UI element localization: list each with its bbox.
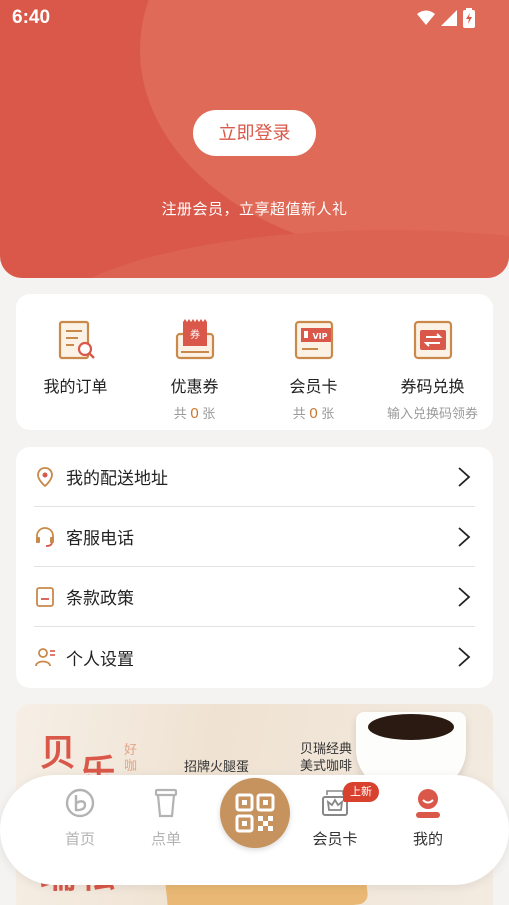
quick-item-label: 我的订单 (43, 379, 108, 396)
redeem-hint: 输入兑换码领券 (386, 406, 478, 421)
coupon-icon: 券 (175, 319, 214, 360)
menu-item-label: 条款政策 (66, 589, 134, 608)
header-wave-bottom (40, 230, 509, 278)
coffee-surface-image (368, 714, 454, 740)
order-icon (58, 320, 95, 360)
qr-code-icon (235, 793, 275, 833)
wifi-icon (417, 10, 435, 25)
quick-actions-card: 我的订单 券 优惠券 共 0 张 VIP 会员卡 共 0 张 券码兑换 输入兑换… (16, 294, 493, 430)
coupon-count: 共 0 张 (173, 405, 216, 422)
chevron-right-icon (458, 647, 471, 667)
login-button[interactable]: 立即登录 (193, 110, 316, 156)
tab-label: 会员卡 (312, 831, 358, 848)
menu-item-address[interactable]: 我的配送地址 (34, 447, 475, 507)
vip-card-count: 共 0 张 (292, 405, 335, 422)
menu-item-label: 个人设置 (66, 649, 134, 669)
battery-icon (463, 8, 475, 28)
new-badge: 上新 (343, 782, 379, 802)
tab-home[interactable]: 首页 (45, 787, 115, 849)
tab-order[interactable]: 点单 (131, 787, 201, 849)
tab-label: 点单 (150, 831, 181, 848)
register-tip: 注册会员，立享超值新人礼 (161, 201, 348, 218)
chevron-right-icon (458, 466, 471, 487)
exchange-icon (413, 320, 452, 360)
signal-icon (441, 10, 457, 26)
banner-product-sandwich: 招牌火腿蛋 (184, 759, 250, 774)
vip-card-icon: VIP (294, 320, 333, 360)
quick-item-label: 优惠券 (170, 379, 219, 396)
coupon-count-value: 0 (190, 405, 199, 422)
banner-product-coffee: 贝瑞经典 美式咖啡 (300, 741, 353, 773)
menu-item-label: 客服电话 (66, 529, 134, 548)
svg-text:券: 券 (190, 328, 200, 341)
chevron-right-icon (458, 526, 471, 547)
svg-text:VIP: VIP (312, 332, 327, 341)
profile-icon (416, 789, 440, 818)
chevron-right-icon (458, 586, 471, 607)
user-settings-icon (35, 648, 55, 667)
banner-brand-char: 贝 (40, 732, 77, 774)
quick-item-redeem[interactable]: 券码兑换 输入兑换码领券 (373, 318, 492, 422)
quick-item-orders[interactable]: 我的订单 (16, 318, 135, 397)
quick-item-coupons[interactable]: 券 优惠券 共 0 张 (135, 318, 254, 422)
status-time: 6:40 (12, 7, 51, 28)
home-logo-icon (65, 788, 95, 818)
menu-item-label: 我的配送地址 (66, 469, 168, 488)
cup-icon (154, 788, 178, 818)
menu-item-terms[interactable]: 条款政策 (34, 567, 475, 627)
menu-card: 我的配送地址 客服电话 条款政策 个人设置 (16, 447, 493, 688)
headset-icon (36, 526, 54, 547)
scan-button[interactable] (220, 778, 290, 848)
status-bar: 6:40 (0, 0, 509, 36)
banner-side-text: 好咖 (124, 742, 138, 773)
menu-item-settings[interactable]: 个人设置 (34, 627, 475, 687)
quick-item-label: 券码兑换 (400, 379, 465, 396)
tab-mine[interactable]: 我的 (393, 787, 463, 849)
menu-item-customer-service[interactable]: 客服电话 (34, 507, 475, 567)
vip-card-count-value: 0 (309, 405, 318, 422)
tab-label: 首页 (64, 831, 95, 848)
quick-item-label: 会员卡 (289, 379, 338, 396)
location-pin-icon (37, 466, 53, 487)
tab-label: 我的 (412, 831, 443, 848)
quick-item-vip-card[interactable]: VIP 会员卡 共 0 张 (254, 318, 373, 422)
document-icon (36, 586, 54, 607)
